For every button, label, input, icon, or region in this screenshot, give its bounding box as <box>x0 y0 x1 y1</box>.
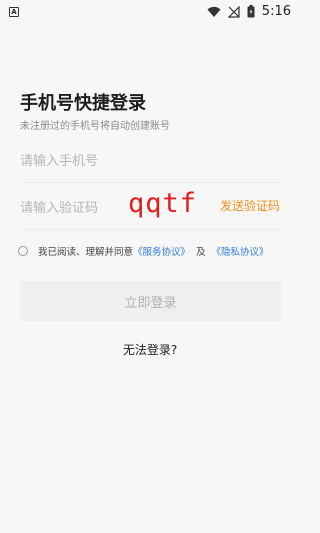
agreement-row: 我已阅读、理解并同意 《服务协议》 及 《隐私协议》 <box>18 243 269 259</box>
cannot-login-link[interactable]: 无法登录? <box>0 341 300 358</box>
agreement-checkbox[interactable] <box>18 246 28 256</box>
phone-input[interactable] <box>20 150 200 172</box>
page-title: 手机号快捷登录 <box>20 93 146 114</box>
agreement-and: 及 <box>196 247 206 258</box>
agreement-text: 我已阅读、理解并同意 <box>38 247 134 258</box>
status-right-group: 5:16 <box>207 4 291 19</box>
overlay-text: qqtf <box>128 188 198 219</box>
phone-field <box>20 140 280 183</box>
send-code-button[interactable]: 发送验证码 <box>220 197 280 214</box>
page-subtitle: 未注册过的手机号将自动创建账号 <box>20 121 170 132</box>
status-time: 5:16 <box>261 4 291 19</box>
privacy-link[interactable]: 《隐私协议》 <box>212 244 269 258</box>
no-signal-icon <box>227 5 240 18</box>
app-notification-icon: A <box>9 7 19 17</box>
wifi-icon <box>207 6 221 17</box>
battery-icon <box>247 5 255 18</box>
login-button[interactable]: 立即登录 <box>20 281 281 321</box>
status-bar: A 5:16 <box>0 0 300 24</box>
terms-link[interactable]: 《服务协议》 <box>133 244 190 258</box>
